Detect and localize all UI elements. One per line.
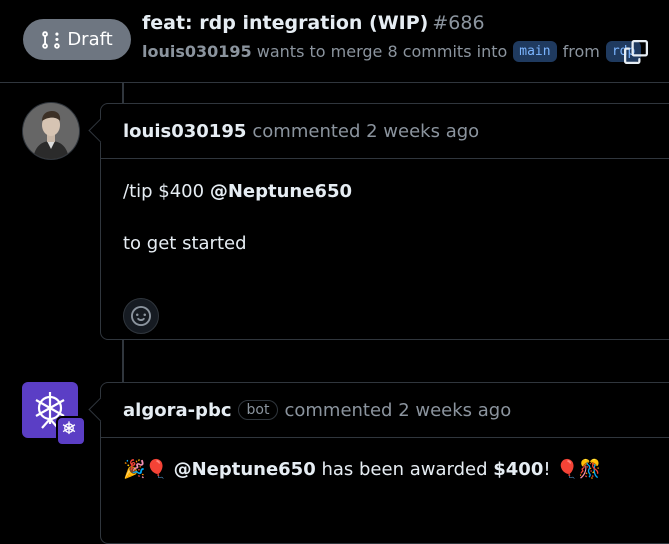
- pr-number: #686: [432, 12, 485, 34]
- from-text: from: [562, 42, 600, 61]
- algora-mini-logo-icon: [62, 421, 76, 435]
- balloon-confetti-emoji: 🎈🎊: [556, 459, 602, 480]
- timeline-line-middle: [122, 339, 124, 383]
- smiley-icon: [131, 306, 151, 326]
- user-mention[interactable]: @Neptune650: [174, 459, 316, 480]
- party-balloon-emoji: 🎉🎈: [123, 459, 168, 480]
- comment-header: louis030195 commented 2 weeks ago: [101, 104, 669, 159]
- pr-header: Draft feat: rdp integration (WIP) #686 lo…: [0, 0, 669, 83]
- timeline-line-top: [122, 83, 124, 103]
- award-amount: $400: [493, 459, 544, 480]
- exclamation: !: [543, 459, 551, 480]
- comment-line-2: to get started: [123, 233, 247, 254]
- bot-label: bot: [237, 400, 279, 420]
- avatar-louis030195[interactable]: [22, 102, 80, 160]
- copy-icon[interactable]: [624, 40, 648, 64]
- user-portrait-icon: [23, 103, 79, 159]
- pr-title-text: feat: rdp integration (WIP): [142, 12, 429, 34]
- comment-line-1: /tip $400 @Neptune650: [123, 181, 352, 202]
- comment-author[interactable]: louis030195: [123, 121, 246, 142]
- git-pull-request-draft-icon: [42, 30, 61, 49]
- avatar-algora-pbc[interactable]: [22, 382, 86, 446]
- award-message: 🎉🎈 @Neptune650 has been awarded $400! 🎈🎊: [123, 459, 601, 480]
- comment-card-1: louis030195 commented 2 weeks ago /tip $…: [100, 103, 669, 340]
- pr-merge-info: louis030195 wants to merge 8 commits int…: [142, 41, 647, 62]
- comment-card-2: algora-pbc bot commented 2 weeks ago 🎉🎈 …: [100, 382, 669, 544]
- base-branch[interactable]: main: [513, 41, 557, 62]
- merge-text: wants to merge 8 commits into: [256, 42, 508, 61]
- pr-title: feat: rdp integration (WIP) #686: [142, 12, 485, 34]
- draft-status-badge: Draft: [23, 19, 131, 60]
- comment-timestamp[interactable]: commented 2 weeks ago: [252, 121, 479, 142]
- comment-header: algora-pbc bot commented 2 weeks ago: [101, 383, 669, 438]
- comment-timestamp[interactable]: commented 2 weeks ago: [284, 400, 511, 421]
- tip-command: /tip $400: [123, 181, 205, 202]
- add-reaction-button[interactable]: [123, 298, 159, 334]
- pr-author-link[interactable]: louis030195: [142, 42, 252, 61]
- draft-label: Draft: [67, 29, 113, 50]
- bot-app-badge: [56, 416, 86, 446]
- user-mention[interactable]: @Neptune650: [210, 181, 352, 202]
- comment-author[interactable]: algora-pbc: [123, 400, 232, 421]
- award-text: has been awarded: [321, 459, 488, 480]
